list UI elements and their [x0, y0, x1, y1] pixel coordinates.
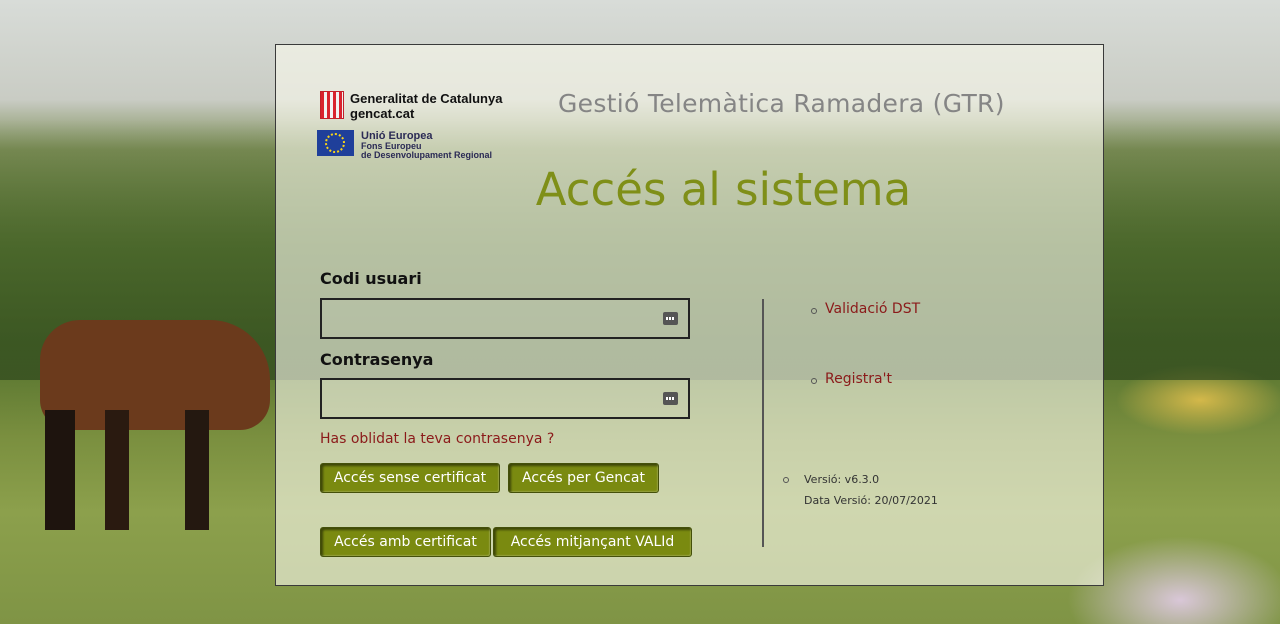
divider — [762, 299, 764, 547]
eu-fund-line2: de Desenvolupament Regional — [361, 150, 493, 160]
app-title: Gestió Telemàtica Ramadera (GTR) — [558, 89, 1005, 118]
bullet-icon — [783, 477, 789, 483]
password-field[interactable] — [320, 378, 690, 419]
user-label: Codi usuari — [320, 269, 422, 288]
user-field[interactable] — [320, 298, 690, 339]
bullet-icon — [811, 378, 817, 384]
access-via-gencat-button[interactable]: Accés per Gencat — [508, 463, 659, 493]
version-text: Versió: v6.3.0 — [804, 473, 880, 486]
forgot-password-link[interactable]: Has oblidat la teva contrasenya ? — [320, 431, 554, 447]
access-with-certificate-button[interactable]: Accés amb certificat — [320, 527, 491, 557]
validation-dst-link[interactable]: Validació DST — [825, 301, 920, 317]
background-horse-legs — [45, 410, 245, 530]
access-without-certificate-button[interactable]: Accés sense certificat — [320, 463, 500, 493]
bullet-icon — [811, 308, 817, 314]
generalitat-logo[interactable]: Generalitat de Catalunya gencat.cat — [320, 91, 502, 121]
generalitat-site: gencat.cat — [350, 106, 415, 121]
user-input[interactable] — [322, 300, 688, 337]
eu-flag-icon — [317, 130, 354, 156]
password-key-icon — [663, 392, 678, 405]
password-key-icon — [663, 312, 678, 325]
eu-logo: Unió Europea Fons Europeu de Desenvolupa… — [317, 130, 492, 160]
login-panel: Generalitat de Catalunya gencat.cat Unió… — [275, 44, 1104, 586]
access-via-valid-button[interactable]: Accés mitjançant VALId — [493, 527, 692, 557]
generalitat-name: Generalitat de Catalunya — [350, 91, 503, 106]
page-title: Accés al sistema — [535, 163, 912, 216]
version-date: Data Versió: 20/07/2021 — [804, 494, 938, 507]
generalitat-logo-icon — [320, 91, 344, 119]
password-label: Contrasenya — [320, 350, 434, 369]
password-input[interactable] — [322, 380, 688, 417]
register-link[interactable]: Registra't — [825, 371, 892, 387]
